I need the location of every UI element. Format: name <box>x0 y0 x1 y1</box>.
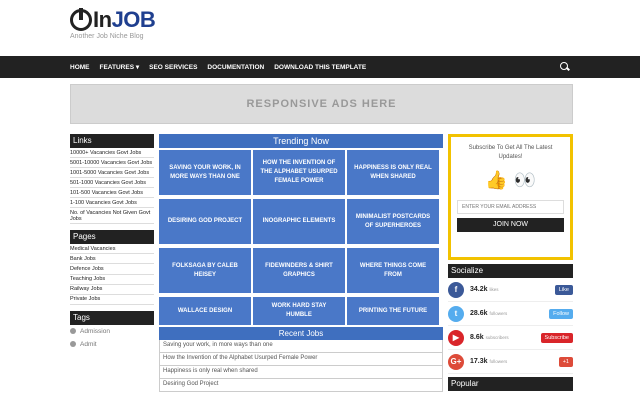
pages-list: Medical Vacancies Bank Jobs Defence Jobs… <box>70 244 154 305</box>
site-header: InJOB Another Job Niche Blog <box>0 0 640 56</box>
trending-post[interactable]: WALLACE DESIGN <box>159 297 251 325</box>
link-item[interactable]: 101-500 Vacancies Govt Jobs <box>70 188 154 199</box>
twitter-follow-button[interactable]: Follow <box>549 308 573 319</box>
link-item[interactable]: 10000+ Vacancies Govt Jobs <box>70 148 154 159</box>
main-content: Trending Now SAVING YOUR WORK, IN MORE W… <box>159 134 443 392</box>
tag-item[interactable]: Admit <box>70 338 154 351</box>
link-item[interactable]: 1-100 Vacancies Govt Jobs <box>70 198 154 209</box>
googleplus-plusone-button[interactable]: +1 <box>558 356 573 367</box>
page-item[interactable]: Bank Jobs <box>70 254 154 265</box>
social-row-twitter: t 28.6k followers Follow <box>448 302 573 326</box>
pages-title: Pages <box>70 230 154 245</box>
link-item[interactable]: 1001-5000 Vacancies Govt Jobs <box>70 168 154 179</box>
trending-grid: SAVING YOUR WORK, IN MORE WAYS THAN ONE … <box>159 150 443 325</box>
page-item[interactable]: Railway Jobs <box>70 285 154 295</box>
nav-seo-services[interactable]: SEO SERVICES <box>149 64 197 71</box>
power-icon <box>70 8 92 31</box>
nav-features[interactable]: FEATURES ▾ <box>100 63 140 71</box>
trending-post[interactable]: PRINTING THE FUTURE <box>347 297 439 325</box>
trending-post[interactable]: FIDEWINDERS & SHIRT GRAPHICS <box>253 248 345 293</box>
facebook-like-button[interactable]: Like <box>554 284 573 295</box>
trending-post[interactable]: HAPPINESS IS ONLY REAL WHEN SHARED <box>347 150 439 195</box>
trending-post[interactable]: SAVING YOUR WORK, IN MORE WAYS THAN ONE <box>159 150 251 195</box>
ads-banner[interactable]: RESPONSIVE ADS HERE <box>70 84 573 124</box>
trending-title: Trending Now <box>159 134 443 148</box>
social-count: 17.3k <box>470 358 488 365</box>
site-logo[interactable]: InJOB <box>70 7 156 33</box>
nav-documentation[interactable]: DOCUMENTATION <box>207 64 264 71</box>
logo-text: InJOB <box>93 7 156 33</box>
thumbs-up-icon: 👍 <box>485 170 508 190</box>
tags-title: Tags <box>70 310 154 325</box>
page-item[interactable]: Medical Vacancies <box>70 244 154 255</box>
search-icon[interactable] <box>558 61 572 73</box>
social-list: f 34.2k likes Like t 28.6k followers Fol… <box>448 278 573 374</box>
link-item[interactable]: 501-1000 Vacancies Govt Jobs <box>70 178 154 189</box>
trending-post[interactable]: INOGRAPHIC ELEMENTS <box>253 199 345 244</box>
social-row-googleplus: G+ 17.3k followers +1 <box>448 350 573 374</box>
nav-home[interactable]: HOME <box>70 64 90 71</box>
social-count: 34.2k <box>470 286 488 293</box>
social-count: 28.6k <box>470 310 488 317</box>
trending-post[interactable]: FOLKSAGA BY CALEB HEISEY <box>159 248 251 293</box>
site-tagline: Another Job Niche Blog <box>70 33 144 40</box>
tag-label: Admit <box>80 340 97 348</box>
tag-icon <box>70 341 76 348</box>
youtube-icon[interactable]: ▶ <box>448 329 464 346</box>
link-item[interactable]: 5001-10000 Vacancies Govt Jobs <box>70 158 154 169</box>
social-label: followers <box>489 311 508 316</box>
logo-text-part: JOB <box>111 7 156 32</box>
recent-jobs-list: Saving your work, in more ways than one … <box>159 340 443 392</box>
recent-jobs-title: Recent Jobs <box>159 327 443 340</box>
social-label: followers <box>489 359 508 364</box>
facebook-icon[interactable]: f <box>448 281 464 298</box>
page-item[interactable]: Defence Jobs <box>70 264 154 275</box>
social-count: 8.6k <box>470 334 484 341</box>
recent-job-item[interactable]: Happiness is only real when shared <box>159 366 443 379</box>
main-navbar: HOME FEATURES ▾ SEO SERVICES DOCUMENTATI… <box>0 56 640 78</box>
links-title: Links <box>70 134 154 148</box>
social-row-facebook: f 34.2k likes Like <box>448 278 573 302</box>
right-sidebar: Subscribe To Get All The Latest Updates!… <box>448 134 573 391</box>
tag-item[interactable]: Admission <box>70 325 154 338</box>
ads-text: RESPONSIVE ADS HERE <box>246 98 397 110</box>
email-field[interactable] <box>457 200 564 214</box>
twitter-icon[interactable]: t <box>448 305 464 322</box>
page-item[interactable]: Teaching Jobs <box>70 275 154 285</box>
subscribe-text: Subscribe To Get All The Latest Updates! <box>468 145 553 160</box>
youtube-subscribe-button[interactable]: Subscribe <box>540 332 573 343</box>
join-now-button[interactable]: JOIN NOW <box>457 218 564 232</box>
trending-post[interactable]: DESIRING GOD PROJECT <box>159 199 251 244</box>
recent-job-item[interactable]: How the Invention of the Alphabet Usurpe… <box>159 353 443 366</box>
link-item[interactable]: No. of Vacancies Not Given Govt Jobs <box>70 208 154 225</box>
popular-title: Popular <box>448 377 573 391</box>
eyes-icon: 👀 <box>513 170 536 190</box>
thumbs-up-icon: 👍 👀 <box>457 170 564 191</box>
social-row-youtube: ▶ 8.6k subscribers Subscribe <box>448 326 573 350</box>
left-sidebar: Links 10000+ Vacancies Govt Jobs 5001-10… <box>70 134 154 351</box>
links-list: 10000+ Vacancies Govt Jobs 5001-10000 Va… <box>70 148 154 225</box>
page-item[interactable]: Private Jobs <box>70 295 154 305</box>
subscribe-box: Subscribe To Get All The Latest Updates!… <box>448 134 573 260</box>
trending-post[interactable]: WORK HARD STAY HUMBLE <box>253 297 345 325</box>
trending-post[interactable]: MINIMALIST POSTCARDS OF SUPERHEROES <box>347 199 439 244</box>
trending-post[interactable]: HOW THE INVENTION OF THE ALPHABET USURPE… <box>253 150 345 195</box>
tag-label: Admission <box>80 327 110 335</box>
trending-post[interactable]: WHERE THINGS COME FROM <box>347 248 439 293</box>
socialize-title: Socialize <box>448 264 573 278</box>
recent-job-item[interactable]: Desiring God Project <box>159 379 443 392</box>
nav-download-template[interactable]: DOWNLOAD THIS TEMPLATE <box>274 64 366 71</box>
logo-text-part: In <box>93 7 112 32</box>
recent-job-item[interactable]: Saving your work, in more ways than one <box>159 340 443 353</box>
tags-list: Admission Admit <box>70 325 154 351</box>
social-label: likes <box>489 287 499 292</box>
googleplus-icon[interactable]: G+ <box>448 353 464 370</box>
tag-icon <box>70 328 76 335</box>
social-label: subscribers <box>485 335 509 340</box>
